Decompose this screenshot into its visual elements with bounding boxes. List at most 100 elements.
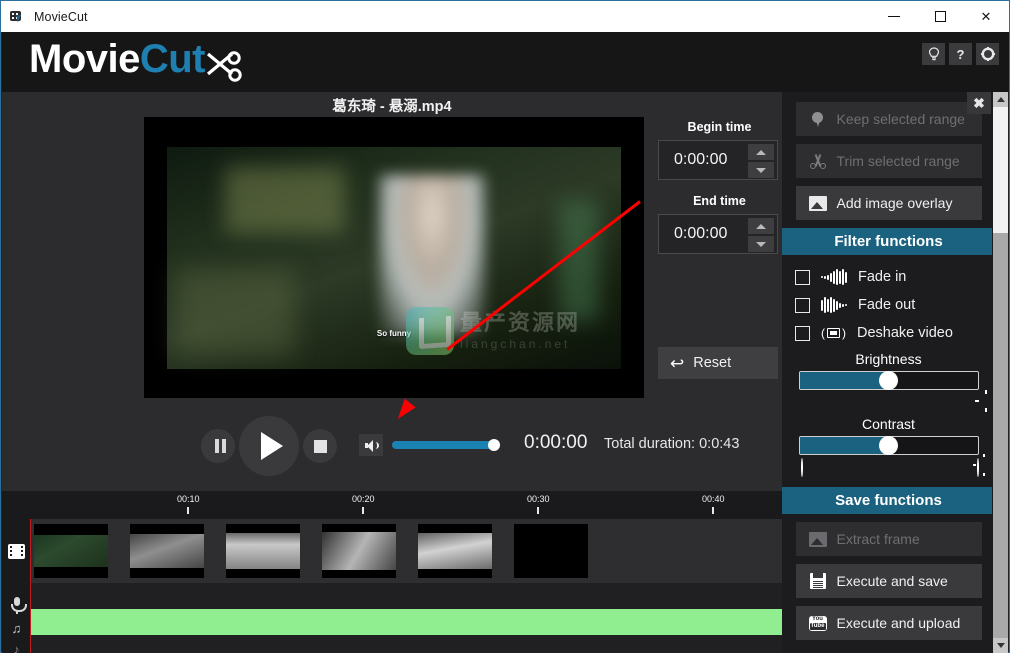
image-icon xyxy=(809,194,827,212)
contrast-slider-endpoints xyxy=(799,457,979,477)
video-track-icon[interactable] xyxy=(6,541,27,561)
begin-time-label: Begin time xyxy=(657,120,782,134)
volume-slider[interactable] xyxy=(392,441,496,449)
music-track-icon[interactable]: ♫ xyxy=(6,618,27,638)
speaker-icon[interactable] xyxy=(359,434,383,456)
lightbulb-icon[interactable] xyxy=(922,43,945,65)
microphone-track-icon[interactable] xyxy=(6,595,27,615)
timeline-panel: 00:1000:2000:3000:40 ♫ ♪ xyxy=(2,491,782,653)
end-time-stepper[interactable] xyxy=(748,218,774,252)
brightness-label: Brightness xyxy=(782,351,995,367)
title-bar: MovieCut ✕ xyxy=(1,1,1009,32)
youtube-icon: YouTube xyxy=(809,614,827,632)
end-time-increment[interactable] xyxy=(748,218,774,234)
ruler-tick: 00:10 xyxy=(177,494,200,504)
brand-bar: MovieCut ? xyxy=(2,32,1009,92)
fade-out-waveform-icon xyxy=(821,297,847,313)
editor-panel: 葛东琦 - 悬溺.mp4 So funny 量产资源网 liangchan.ne… xyxy=(2,92,782,491)
watermark-text-en: liangchan.net xyxy=(460,337,580,351)
begin-time-decrement[interactable] xyxy=(748,162,774,178)
end-time-value: 0:00:00 xyxy=(674,225,727,243)
begin-time-stepper[interactable] xyxy=(748,144,774,178)
end-time-decrement[interactable] xyxy=(748,236,774,252)
logo-text-movie: Movie xyxy=(29,37,140,81)
play-button[interactable] xyxy=(239,416,299,476)
scissors-icon xyxy=(202,50,244,86)
filter-functions-header: Filter functions xyxy=(782,228,995,255)
keep-selected-range-button[interactable]: Keep selected range xyxy=(796,102,982,136)
app-icon xyxy=(10,9,26,25)
keep-selected-range-label: Keep selected range xyxy=(837,111,965,127)
deshake-label: Deshake video xyxy=(857,325,953,341)
track-header-icons: ♫ ♪ xyxy=(2,519,30,653)
contrast-slider[interactable] xyxy=(799,436,979,455)
music-track-icon-2[interactable]: ♪ xyxy=(6,639,27,653)
extra-track[interactable] xyxy=(30,635,782,653)
execute-and-upload-button[interactable]: YouTube Execute and upload xyxy=(796,606,982,640)
playhead[interactable] xyxy=(30,519,31,653)
video-track[interactable] xyxy=(30,519,782,583)
timeline-thumbnail[interactable] xyxy=(418,524,492,578)
close-button[interactable]: ✕ xyxy=(963,1,1009,32)
execute-and-upload-label: Execute and upload xyxy=(837,615,961,631)
end-time-label: End time xyxy=(657,194,782,208)
timeline-ruler[interactable]: 00:1000:2000:3000:40 xyxy=(2,491,782,519)
extract-frame-button[interactable]: Extract frame xyxy=(796,522,982,556)
begin-time-input[interactable]: 0:00:00 xyxy=(658,140,778,180)
reset-button[interactable]: ↩ Reset xyxy=(658,347,778,379)
save-functions-header: Save functions xyxy=(782,487,995,514)
image-icon-2 xyxy=(809,530,827,548)
execute-and-save-button[interactable]: Execute and save xyxy=(796,564,982,598)
end-time-input[interactable]: 0:00:00 xyxy=(658,214,778,254)
ruler-tick: 00:20 xyxy=(352,494,375,504)
trim-selected-range-label: Trim selected range xyxy=(837,153,960,169)
logo-text-cut: Cut xyxy=(140,37,205,81)
brightness-slider[interactable] xyxy=(799,371,979,390)
begin-time-increment[interactable] xyxy=(748,144,774,160)
reset-label: Reset xyxy=(693,355,731,371)
fade-in-label: Fade in xyxy=(858,269,906,285)
trim-selected-range-button[interactable]: Trim selected range xyxy=(796,144,982,178)
audio-track[interactable] xyxy=(30,609,782,635)
minimize-button[interactable] xyxy=(871,1,917,32)
add-image-overlay-button[interactable]: Add image overlay xyxy=(796,186,982,220)
maximize-button[interactable] xyxy=(917,1,963,32)
scissors-icon xyxy=(809,152,827,170)
deshake-checkbox[interactable] xyxy=(795,326,810,341)
filter-row-fade-in[interactable]: Fade in xyxy=(782,263,995,291)
ruler-tick: 00:40 xyxy=(702,494,725,504)
undo-arrow-icon: ↩ xyxy=(670,355,684,372)
begin-time-value: 0:00:00 xyxy=(674,151,727,169)
time-range-column: Begin time 0:00:00 End time 0:00:00 ↩ Re… xyxy=(657,92,782,491)
scroll-down-button[interactable] xyxy=(993,638,1008,653)
extract-frame-label: Extract frame xyxy=(837,531,920,547)
timeline-thumbnail[interactable] xyxy=(34,524,108,578)
scroll-thumb[interactable] xyxy=(993,107,1008,233)
contrast-label: Contrast xyxy=(782,416,995,432)
fade-in-waveform-icon xyxy=(821,269,847,285)
pause-button[interactable] xyxy=(201,429,235,463)
timeline-thumbnail[interactable] xyxy=(226,524,300,578)
gear-icon[interactable] xyxy=(976,43,999,65)
timeline-thumbnail[interactable] xyxy=(322,524,396,578)
deshake-icon: () xyxy=(821,326,846,340)
fade-in-checkbox[interactable] xyxy=(795,270,810,285)
right-sidebar: Keep selected range Trim selected range … xyxy=(782,92,995,653)
pin-icon xyxy=(809,110,827,128)
timeline-thumbnail[interactable] xyxy=(514,524,588,578)
stop-button[interactable] xyxy=(303,429,337,463)
scroll-up-button[interactable] xyxy=(993,92,1008,107)
close-preview-button[interactable]: ✖ xyxy=(967,92,991,114)
vertical-scrollbar[interactable] xyxy=(993,92,1008,653)
fade-out-checkbox[interactable] xyxy=(795,298,810,313)
empty-track[interactable] xyxy=(30,583,782,609)
filter-row-fade-out[interactable]: Fade out xyxy=(782,291,995,319)
filter-row-deshake[interactable]: () Deshake video xyxy=(782,319,995,347)
fade-out-label: Fade out xyxy=(858,297,915,313)
add-image-overlay-label: Add image overlay xyxy=(837,195,953,211)
current-time: 0:00:00 xyxy=(524,432,587,454)
help-icon[interactable]: ? xyxy=(949,43,972,65)
timeline-thumbnail[interactable] xyxy=(130,524,204,578)
execute-and-save-label: Execute and save xyxy=(837,573,948,589)
window-title: MovieCut xyxy=(34,10,88,24)
